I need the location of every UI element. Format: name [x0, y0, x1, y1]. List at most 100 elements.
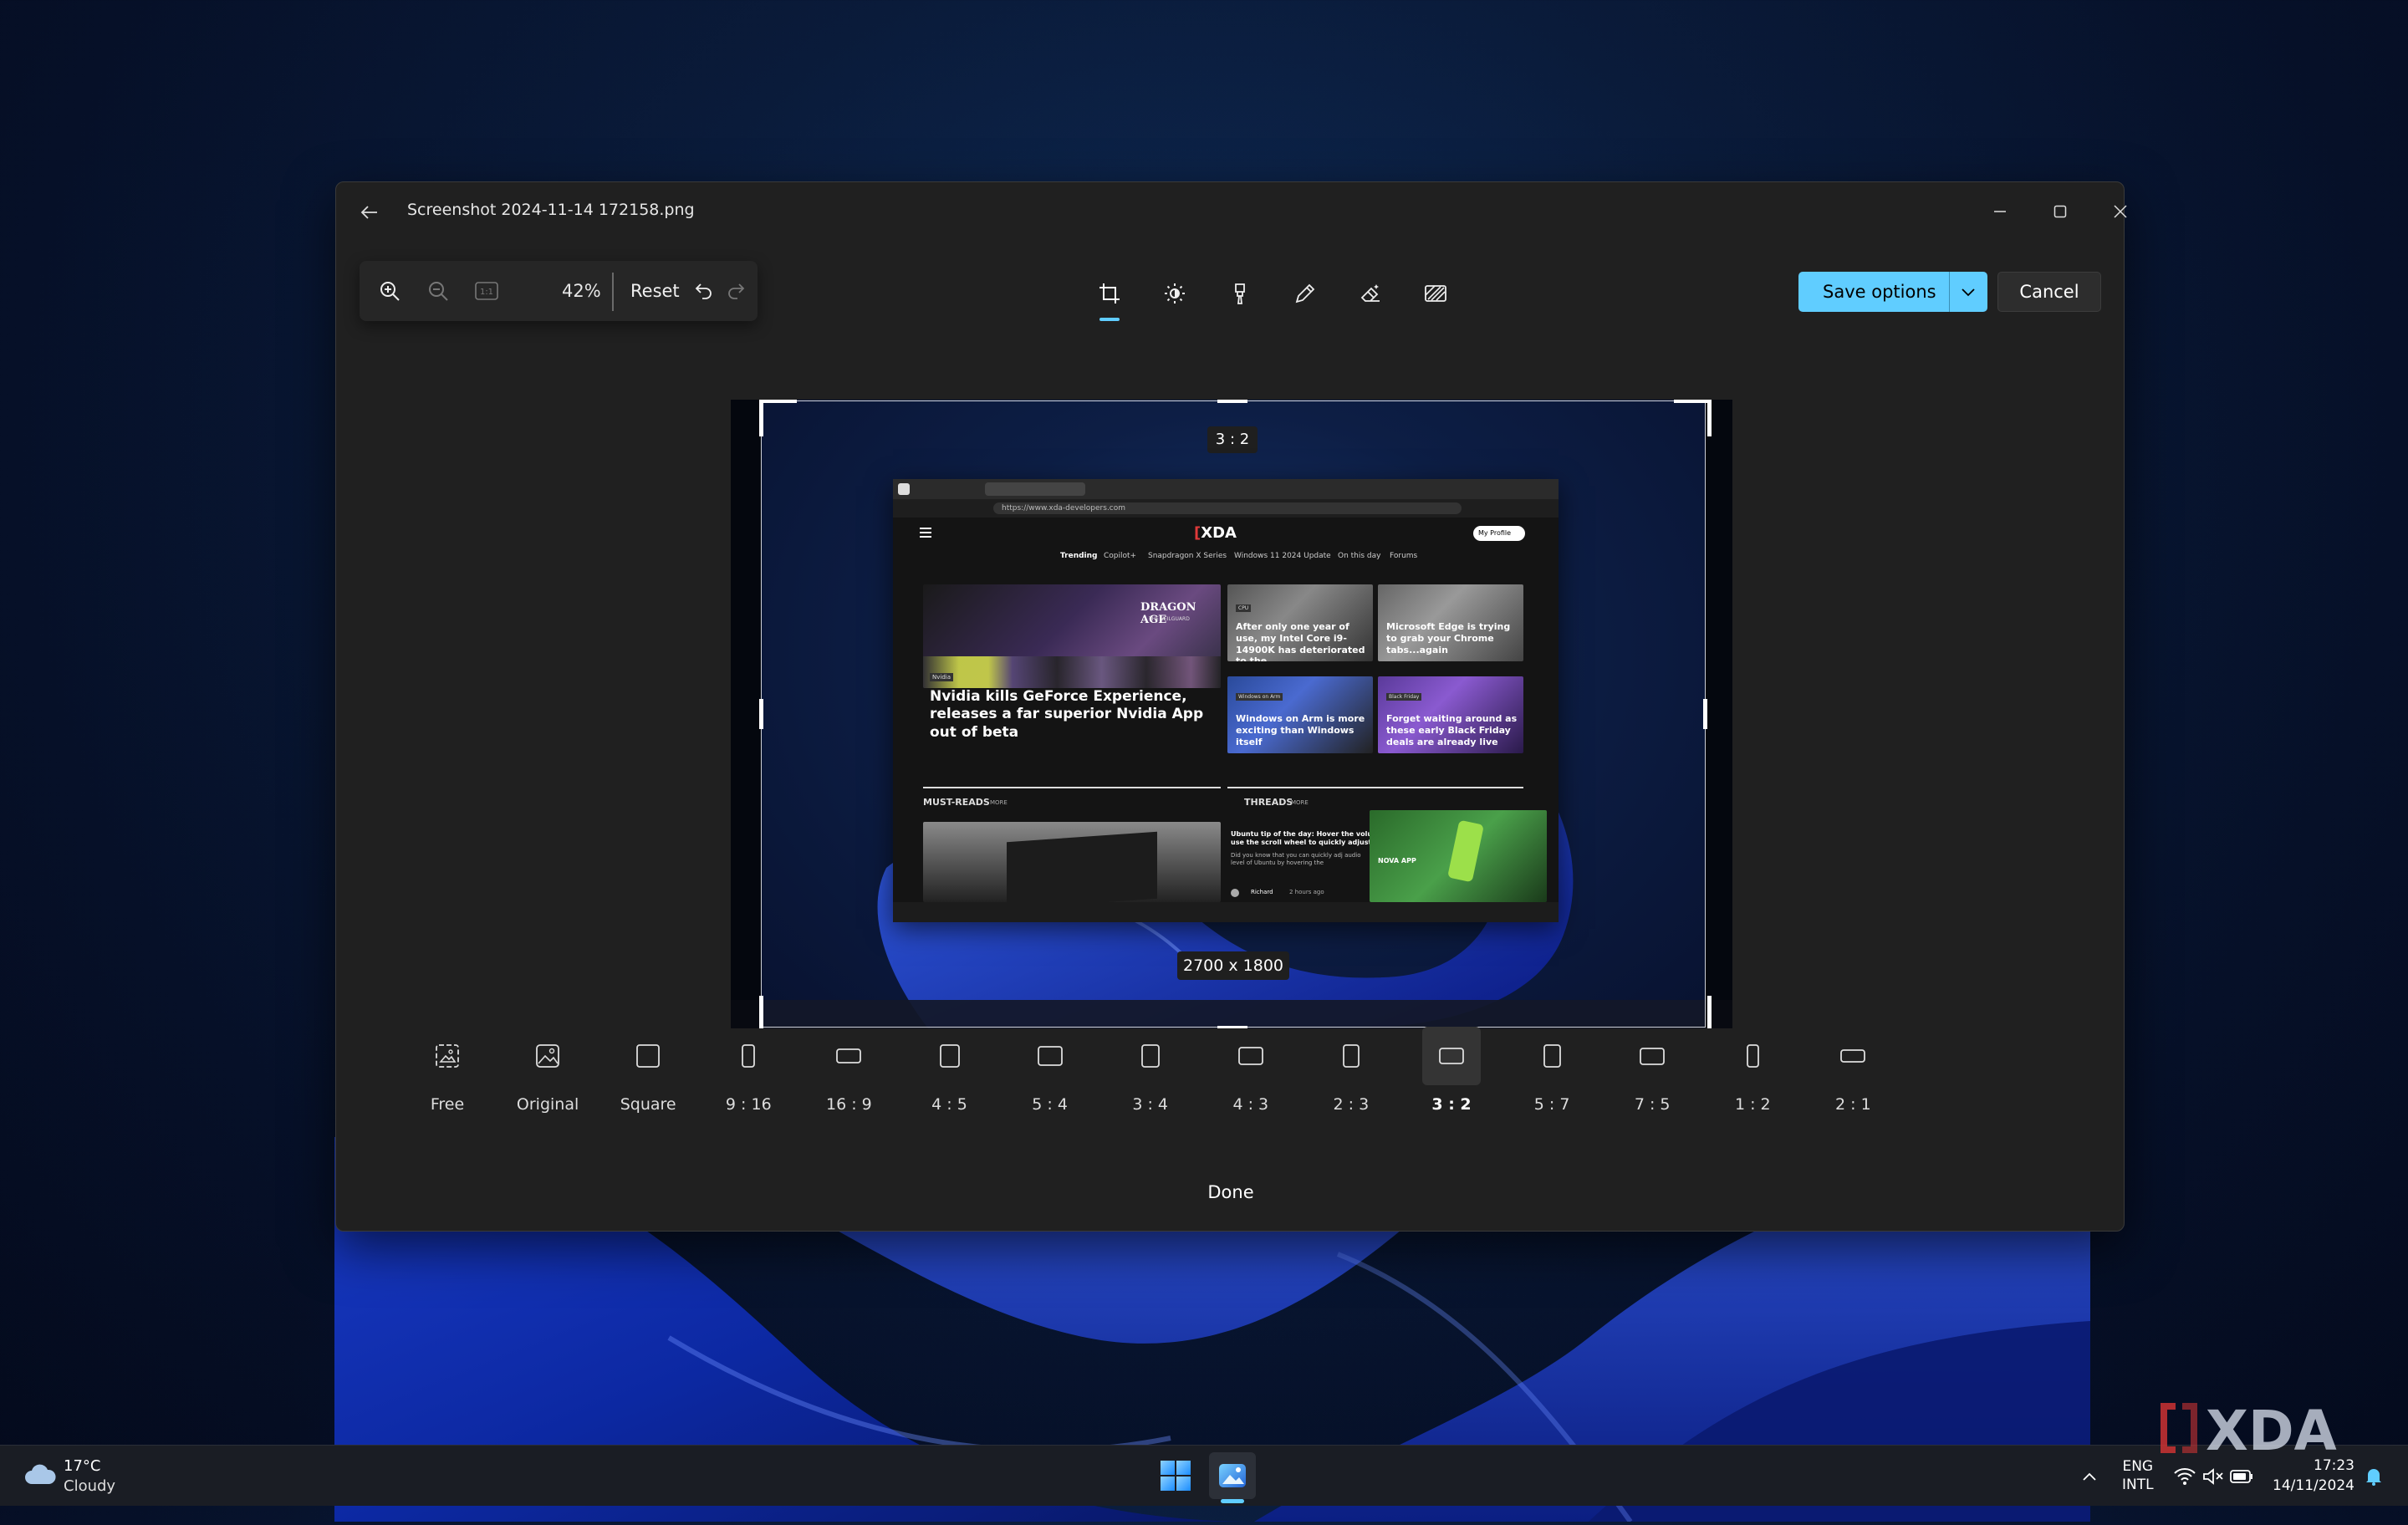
aspect-ratio-option[interactable]: 3 : 4	[1120, 1027, 1181, 1119]
aspect-ratio-icon-wrap	[619, 1027, 677, 1085]
input-language[interactable]: ENG INTL	[2122, 1457, 2154, 1494]
clock[interactable]: 17:23 14/11/2024	[2258, 1456, 2354, 1496]
ad-image: NOVA APP	[1370, 810, 1547, 902]
aspect-ratio-icon-wrap	[819, 1027, 878, 1085]
xda-logo-bracket: [	[1194, 524, 1201, 542]
crop-handle-bottom-right[interactable]	[1674, 996, 1712, 1028]
article-tag: Windows on Arm	[1236, 693, 1283, 701]
maximize-button[interactable]	[2035, 191, 2085, 232]
crop-handle-top-right[interactable]	[1674, 400, 1712, 436]
aspect-ratio-label: 3 : 2	[1431, 1095, 1472, 1114]
start-button[interactable]	[1156, 1456, 1196, 1496]
crop-handle-top[interactable]	[1217, 400, 1247, 403]
photos-app-button[interactable]	[1209, 1452, 1256, 1499]
crop-handle-top-left[interactable]	[759, 400, 797, 436]
redo-button[interactable]	[719, 274, 752, 308]
zoom-out-button[interactable]	[421, 274, 455, 308]
photos-app-icon	[1219, 1464, 1246, 1487]
chevron-up-icon	[2083, 1472, 2096, 1481]
battery-button[interactable]	[2229, 1464, 2254, 1489]
crop-icon	[1099, 283, 1120, 303]
crop-tool-button[interactable]	[1089, 273, 1130, 321]
cancel-button[interactable]: Cancel	[1997, 272, 2101, 312]
xda-watermark: XDA	[2154, 1398, 2388, 1463]
reset-button[interactable]: Reset	[630, 281, 680, 301]
thread-author: Richard	[1251, 889, 1273, 895]
background-tool-button[interactable]	[1415, 273, 1457, 314]
aspect-ratio-option[interactable]: Original	[517, 1027, 579, 1119]
ad-label: NOVA APP	[1378, 857, 1416, 865]
filter-tool-button[interactable]	[1219, 273, 1261, 314]
hamburger-menu-icon	[920, 528, 931, 529]
undo-button[interactable]	[687, 274, 721, 308]
aspect-ratio-label: 7 : 5	[1634, 1095, 1671, 1114]
aspect-ratio-label: Original	[516, 1095, 579, 1114]
aspect-ratio-option[interactable]: 7 : 5	[1621, 1027, 1683, 1119]
close-icon	[2114, 205, 2127, 218]
aspect-ratio-option[interactable]: 3 : 2	[1421, 1027, 1482, 1119]
aspect-ratio-icon-wrap	[518, 1027, 577, 1085]
trend-item: Forums	[1390, 552, 1418, 560]
zoom-in-button[interactable]	[373, 274, 406, 308]
aspect-ratio-option[interactable]: 9 : 16	[717, 1027, 779, 1119]
weather-widget[interactable]	[23, 1462, 57, 1487]
aspect-ratio-label: 1 : 2	[1734, 1095, 1771, 1114]
aspect-ratio-option[interactable]: 4 : 5	[919, 1027, 981, 1119]
browser-logo-icon	[898, 483, 910, 495]
volume-button[interactable]	[2201, 1464, 2226, 1489]
back-arrow-icon	[360, 206, 377, 219]
speaker-muted-icon	[2203, 1468, 2223, 1485]
image-url: https://www.xda-developers.com	[993, 502, 1462, 514]
active-tool-indicator	[1099, 318, 1120, 321]
network-button[interactable]	[2172, 1464, 2197, 1489]
landscape-4-3-icon	[1237, 1047, 1263, 1065]
must-reads-heading: MUST-READS	[923, 797, 990, 808]
aspect-ratio-option[interactable]: 16 : 9	[818, 1027, 880, 1119]
windows-logo-icon	[1161, 1461, 1191, 1491]
background-blur-icon	[1425, 285, 1446, 302]
notifications-button[interactable]	[2363, 1466, 2385, 1487]
aspect-ratio-label: 2 : 3	[1333, 1095, 1370, 1114]
aspect-ratio-option[interactable]: Free	[416, 1027, 478, 1119]
aspect-ratio-icon-wrap	[1422, 1027, 1481, 1085]
save-options-dropdown[interactable]	[1957, 282, 1979, 302]
image-browser-tabs	[893, 479, 1559, 499]
crop-handle-bottom-left[interactable]	[759, 996, 797, 1028]
aspect-ratio-icon-wrap	[418, 1027, 477, 1085]
markup-tool-button[interactable]	[1284, 273, 1326, 314]
bell-icon	[2366, 1469, 2381, 1486]
aspect-ratio-option[interactable]: 4 : 3	[1220, 1027, 1282, 1119]
photos-editor-window: Screenshot 2024-11-14 172158.png 1:1 42%…	[335, 181, 2127, 1232]
crop-handle-right[interactable]	[1703, 699, 1707, 729]
hero-tag: Nvidia	[930, 673, 954, 681]
aspect-ratio-option[interactable]: 5 : 7	[1521, 1027, 1583, 1119]
erase-tool-button[interactable]	[1349, 273, 1391, 314]
edit-tools	[1089, 273, 1473, 323]
aspect-ratio-icon-wrap	[1824, 1027, 1882, 1085]
actual-size-button[interactable]: 1:1	[470, 274, 503, 308]
thread-title: Ubuntu tip of the day: Hover the volu us…	[1231, 830, 1373, 846]
threads-heading: THREADS	[1244, 797, 1293, 808]
clock-time: 17:23	[2314, 1457, 2354, 1474]
aspect-ratio-option[interactable]: 2 : 1	[1822, 1027, 1884, 1119]
original-image-icon	[536, 1044, 559, 1068]
aspect-ratio-option[interactable]: 2 : 3	[1320, 1027, 1382, 1119]
back-button[interactable]	[355, 197, 385, 227]
aspect-ratio-option[interactable]: 5 : 4	[1019, 1027, 1081, 1119]
must-read-image	[923, 822, 1221, 902]
toolbar-divider	[612, 273, 614, 311]
aspect-ratio-option[interactable]: 1 : 2	[1722, 1027, 1783, 1119]
done-button[interactable]: Done	[1172, 1182, 1289, 1202]
close-button[interactable]	[2095, 191, 2145, 232]
aspect-ratio-options: Free Original Square 9 : 16 16 : 9 4 : 5 5 : 4…	[416, 1027, 2055, 1127]
zoom-level[interactable]: 42%	[562, 281, 601, 301]
minimize-button[interactable]	[1975, 191, 2025, 232]
crop-shade-right	[1706, 400, 1732, 1028]
show-hidden-icons-button[interactable]	[2077, 1464, 2102, 1489]
adjust-tool-button[interactable]	[1154, 273, 1196, 314]
landscape-5-4-icon	[1037, 1046, 1063, 1066]
aspect-ratio-icon-wrap	[921, 1027, 979, 1085]
save-options-button[interactable]: Save options	[1798, 272, 1987, 312]
crop-handle-left[interactable]	[759, 699, 763, 729]
aspect-ratio-option[interactable]: Square	[617, 1027, 679, 1119]
